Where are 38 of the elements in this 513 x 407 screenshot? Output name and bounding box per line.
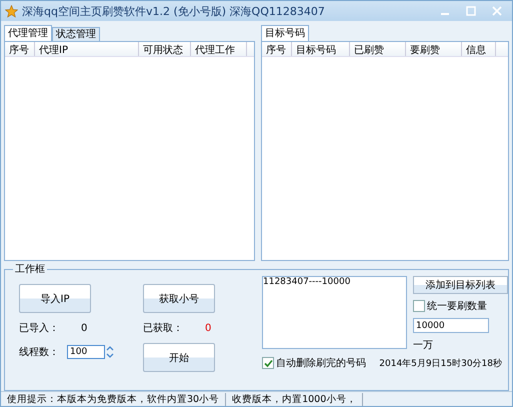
column-header[interactable]: 信息	[462, 42, 496, 56]
checkbox[interactable]	[262, 357, 274, 369]
threads-label: 线程数：	[19, 346, 59, 359]
checkbox-label: 自动删除刷完的号码	[276, 356, 366, 370]
window-title: 深海qq空间主页刷赞软件v1.2 (免小号版) 深海QQ11283407	[22, 4, 326, 18]
imported-count: 0	[81, 322, 88, 334]
tab[interactable]: 目标号码	[261, 25, 309, 41]
column-header[interactable]: 目标号码	[292, 42, 350, 56]
fetched-count: 0	[205, 322, 212, 334]
checkbox[interactable]	[413, 300, 425, 312]
imported-label: 已导入：	[19, 322, 59, 335]
column-header[interactable]: 已刷赞	[350, 42, 406, 56]
column-header[interactable]: 要刷赞	[406, 42, 462, 56]
status-text: 使用提示：本版本为免费版本，软件内置30小号	[1, 392, 226, 406]
column-header[interactable]: 序号	[262, 42, 292, 56]
checkbox-label: 统一要刷数量	[427, 300, 487, 313]
maximize-icon[interactable]	[466, 6, 476, 16]
close-icon[interactable]	[492, 6, 502, 16]
fetch-button[interactable]: 获取小号	[143, 284, 215, 313]
spinner-icon[interactable]	[106, 345, 114, 359]
column-header[interactable]: 可用状态	[139, 42, 191, 56]
start-button[interactable]: 开始	[143, 343, 215, 372]
star-icon	[5, 4, 18, 18]
tab[interactable]: 代理管理	[4, 25, 52, 41]
column-header[interactable]: 代理工作	[191, 42, 247, 56]
column-header[interactable]: 代理IP	[35, 42, 139, 56]
status-text: 收费版本，内置1000小号，	[226, 392, 364, 406]
datetime-text: 2014年5月9日15时30分18秒	[379, 358, 502, 370]
group-title: 工作框	[13, 262, 47, 276]
add-to-list-button[interactable]: 添加到目标列表	[413, 276, 508, 294]
tab[interactable]: 状态管理	[52, 27, 100, 41]
targets-field[interactable]: 11283407----10000	[262, 276, 407, 349]
column-header[interactable]: 序号	[5, 42, 35, 56]
import-button[interactable]: 导入IP	[19, 284, 91, 313]
threads-field[interactable]: 100	[67, 345, 105, 359]
count-hint: 一万	[413, 339, 434, 352]
fetched-label: 已获取：	[143, 322, 183, 335]
count-field[interactable]: 10000	[413, 318, 489, 333]
